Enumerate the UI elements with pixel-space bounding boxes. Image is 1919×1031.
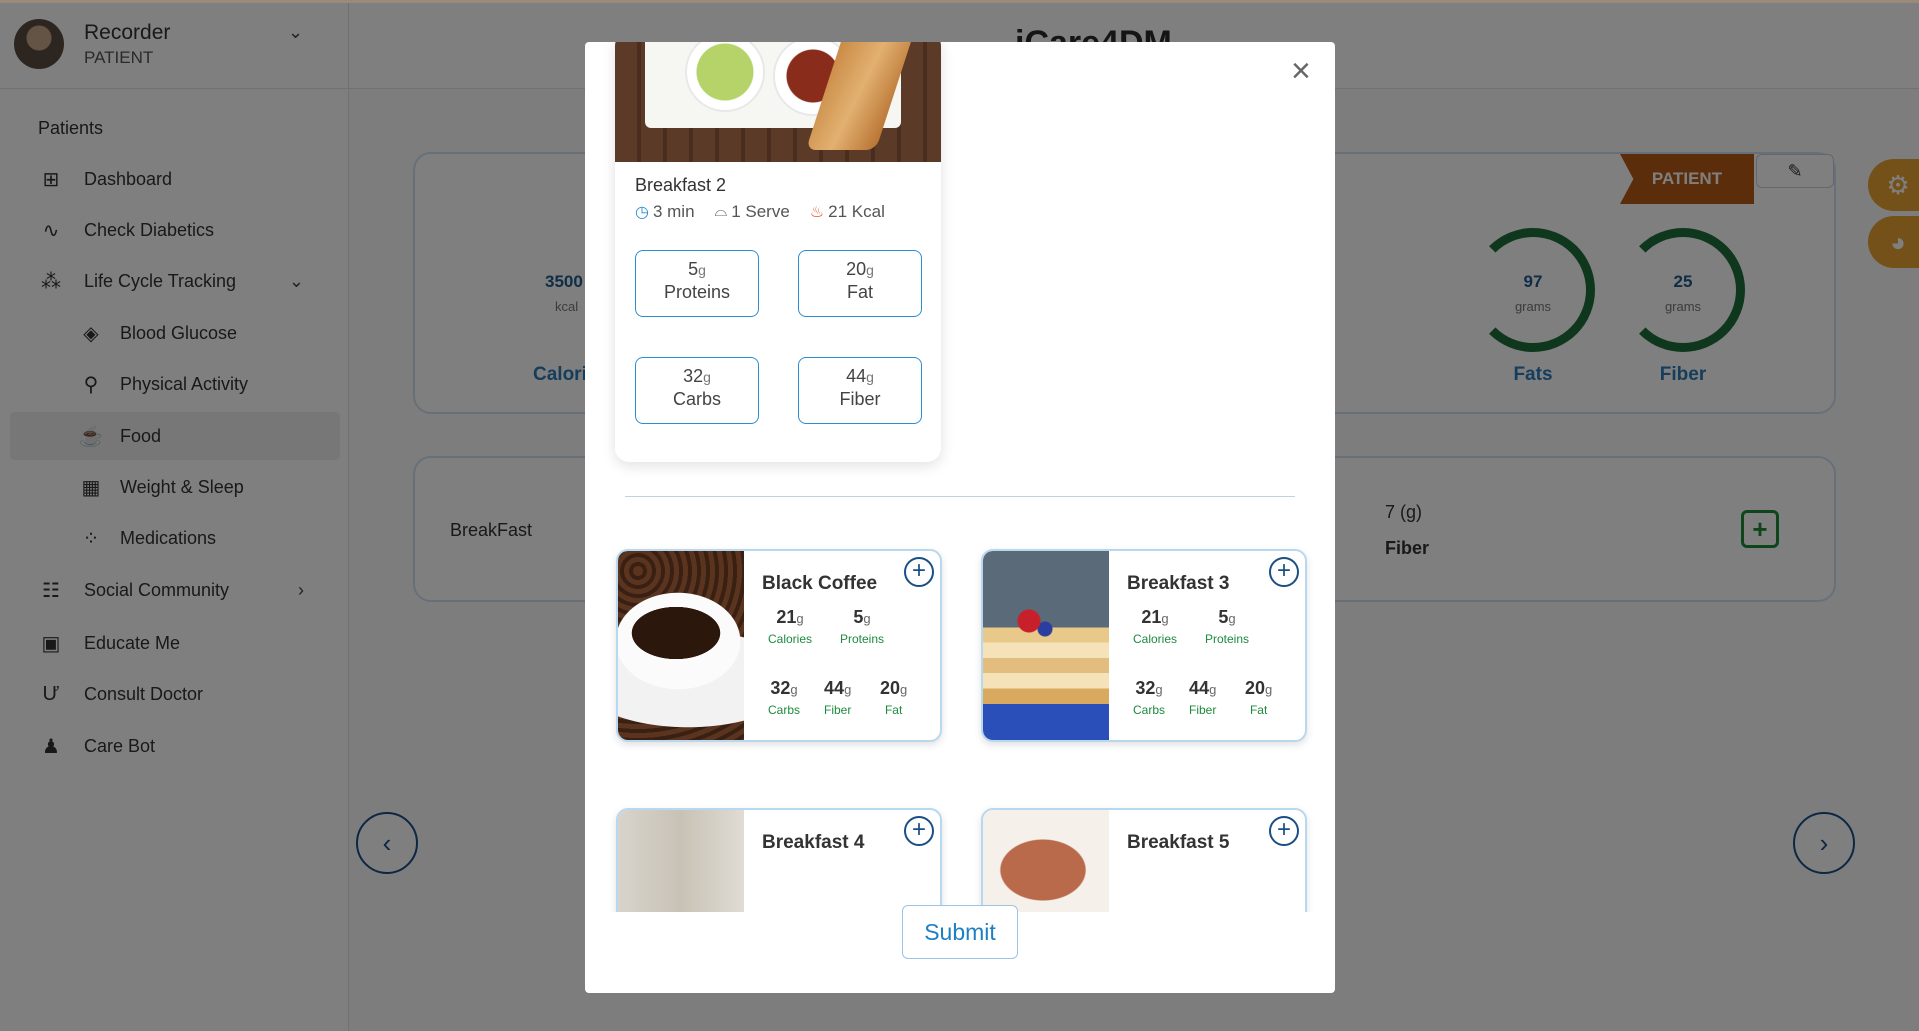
- plus-circle-icon[interactable]: +: [1269, 557, 1299, 587]
- plus-circle-icon[interactable]: +: [1269, 816, 1299, 846]
- fiber-box: 44g Fiber: [798, 357, 922, 424]
- fat-box: 20g Fat: [798, 250, 922, 317]
- divider: [625, 496, 1295, 497]
- selected-food-card: Breakfast 2 ◷ 3 min ⌓ 1 Serve ♨ 21 Kcal …: [615, 42, 941, 462]
- food-name: Black Coffee: [762, 573, 878, 594]
- food-card-breakfast-5[interactable]: Breakfast 5 +: [981, 808, 1307, 912]
- food-image: [618, 810, 744, 912]
- plus-circle-icon[interactable]: +: [904, 557, 934, 587]
- clock-icon: ◷: [635, 204, 649, 221]
- proteins-box: 5g Proteins: [635, 250, 759, 317]
- food-name: Breakfast 5: [1127, 832, 1230, 853]
- selected-food-title: Breakfast 2: [635, 175, 727, 195]
- food-card-breakfast-4[interactable]: Breakfast 4 +: [616, 808, 942, 912]
- food-image: [618, 551, 744, 740]
- serving-dish-icon: ⌓: [714, 203, 728, 220]
- food-list[interactable]: Black Coffee + 21g Calories 5g Proteins 32…: [585, 542, 1335, 912]
- food-image: [983, 810, 1109, 912]
- flame-icon: ♨: [809, 204, 825, 221]
- food-card-black-coffee[interactable]: Black Coffee + 21g Calories 5g Proteins 32…: [616, 549, 942, 742]
- food-name: Breakfast 4: [762, 832, 865, 853]
- carbs-box: 32g Carbs: [635, 357, 759, 424]
- close-icon[interactable]: ×: [1291, 54, 1311, 88]
- food-card-breakfast-3[interactable]: Breakfast 3 + 21g Calories 5g Proteins 32g…: [981, 549, 1307, 742]
- food-image: [983, 551, 1109, 740]
- top-stripe: [0, 0, 1919, 3]
- food-name: Breakfast 3: [1127, 573, 1230, 594]
- selected-food-meta: ◷ 3 min ⌓ 1 Serve ♨ 21 Kcal: [635, 202, 885, 221]
- food-photo: [615, 42, 941, 162]
- plus-circle-icon[interactable]: +: [904, 816, 934, 846]
- food-picker-modal: × Breakfast 2 ◷ 3 min ⌓ 1 Serve ♨ 21 Kca…: [585, 42, 1335, 993]
- submit-button[interactable]: Submit: [902, 905, 1018, 959]
